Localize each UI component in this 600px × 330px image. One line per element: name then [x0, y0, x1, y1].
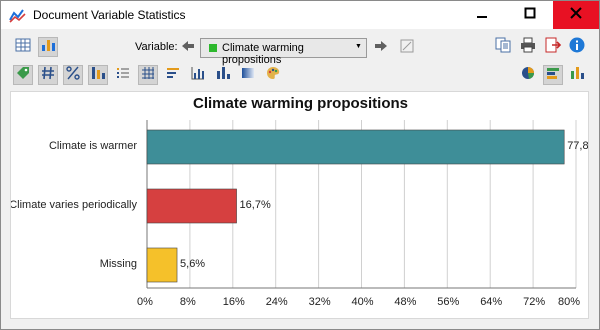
x-tick-label: 0%: [137, 296, 153, 308]
variable-color-swatch: [209, 44, 217, 52]
list-button[interactable]: [113, 65, 133, 85]
category-label: Climate is warmer: [48, 140, 137, 152]
window-title: Document Variable Statistics: [33, 8, 186, 22]
category-label: Missing: [99, 258, 137, 270]
print-icon: [519, 36, 537, 59]
list-icon: [115, 65, 131, 86]
gradient-icon: [240, 65, 256, 86]
line-chart-icon: [9, 7, 27, 23]
export-button[interactable]: [543, 37, 563, 57]
column-chart-icon: [215, 65, 231, 86]
filter-button[interactable]: [397, 38, 417, 58]
stacked-bar-button[interactable]: [88, 65, 108, 85]
chevron-down-icon: ▼: [355, 43, 362, 50]
minimize-button[interactable]: [459, 1, 505, 29]
axis-chart-icon: [190, 65, 206, 86]
close-icon: [570, 6, 582, 24]
sort-button[interactable]: [163, 65, 183, 85]
count-button[interactable]: [38, 65, 58, 85]
maximize-button[interactable]: [507, 1, 553, 29]
bar-chart-icon: [40, 37, 56, 58]
export-icon: [544, 36, 562, 59]
pie-chart-icon: [520, 65, 536, 86]
print-button[interactable]: [518, 37, 538, 57]
toolbar-top: Variable: Climate warming propositions ▼: [1, 34, 599, 66]
x-tick-label: 80%: [558, 296, 581, 308]
x-tick-label: 40%: [351, 296, 374, 308]
copy-icon: [494, 36, 512, 59]
copy-button[interactable]: [493, 37, 513, 57]
arrow-left-icon: [180, 38, 196, 59]
data-label: 5,6%: [180, 258, 206, 270]
grid-button[interactable]: [138, 65, 158, 85]
tag-icon: [15, 65, 31, 86]
data-label: 16,7%: [239, 199, 271, 211]
palette-icon: [265, 65, 281, 86]
grid-icon: [140, 65, 156, 86]
palette-button[interactable]: [263, 65, 283, 85]
horizontal-bar-button[interactable]: [543, 65, 563, 85]
vertical-bar-icon: [569, 65, 585, 86]
category-label: Climate varies periodically: [10, 199, 137, 211]
table-view-button[interactable]: [13, 37, 33, 57]
bar[interactable]: [146, 188, 237, 224]
column-chart-button[interactable]: [213, 65, 233, 85]
bar[interactable]: [146, 247, 178, 283]
chart-panel: Climate warming propositions 0% 8% 16% 24% 3…: [10, 91, 589, 319]
axis-chart-button[interactable]: [188, 65, 208, 85]
chart-view-button[interactable]: [38, 37, 58, 57]
close-button[interactable]: [553, 1, 599, 29]
variable-label: Variable:: [135, 41, 178, 53]
data-label: 77,8%: [567, 140, 589, 152]
info-button[interactable]: [567, 37, 587, 57]
sort-icon: [165, 65, 181, 86]
hash-icon: [40, 65, 56, 86]
x-tick-label: 64%: [480, 296, 503, 308]
variable-select[interactable]: Climate warming propositions ▼: [200, 38, 367, 66]
stacked-bar-icon: [90, 65, 106, 86]
previous-variable-button[interactable]: [178, 38, 198, 58]
arrow-right-icon: [373, 38, 389, 59]
x-tick-label: 72%: [523, 296, 546, 308]
x-tick-label: 8%: [179, 296, 196, 308]
gradient-button[interactable]: [238, 65, 258, 85]
bar[interactable]: [146, 129, 565, 165]
title-bar[interactable]: Document Variable Statistics: [1, 1, 599, 29]
info-icon: [568, 36, 586, 59]
tag-button[interactable]: [13, 65, 33, 85]
percent-button[interactable]: [63, 65, 83, 85]
x-tick-label: 56%: [437, 296, 460, 308]
filter-icon: [399, 38, 415, 59]
x-tick-label: 24%: [265, 296, 288, 308]
pie-chart-button[interactable]: [518, 65, 538, 85]
app-window: Document Variable Statistics Variable: C…: [0, 0, 600, 330]
minimize-icon: [476, 6, 488, 24]
x-tick-label: 48%: [394, 296, 417, 308]
table-icon: [15, 37, 31, 58]
vertical-bar-button[interactable]: [567, 65, 587, 85]
percent-icon: [65, 65, 81, 86]
horizontal-bar-icon: [545, 65, 561, 86]
x-tick-label: 16%: [222, 296, 245, 308]
x-tick-label: 32%: [308, 296, 331, 308]
next-variable-button[interactable]: [371, 38, 391, 58]
maximize-icon: [524, 6, 536, 24]
toolbar-chart-options: [1, 63, 599, 89]
